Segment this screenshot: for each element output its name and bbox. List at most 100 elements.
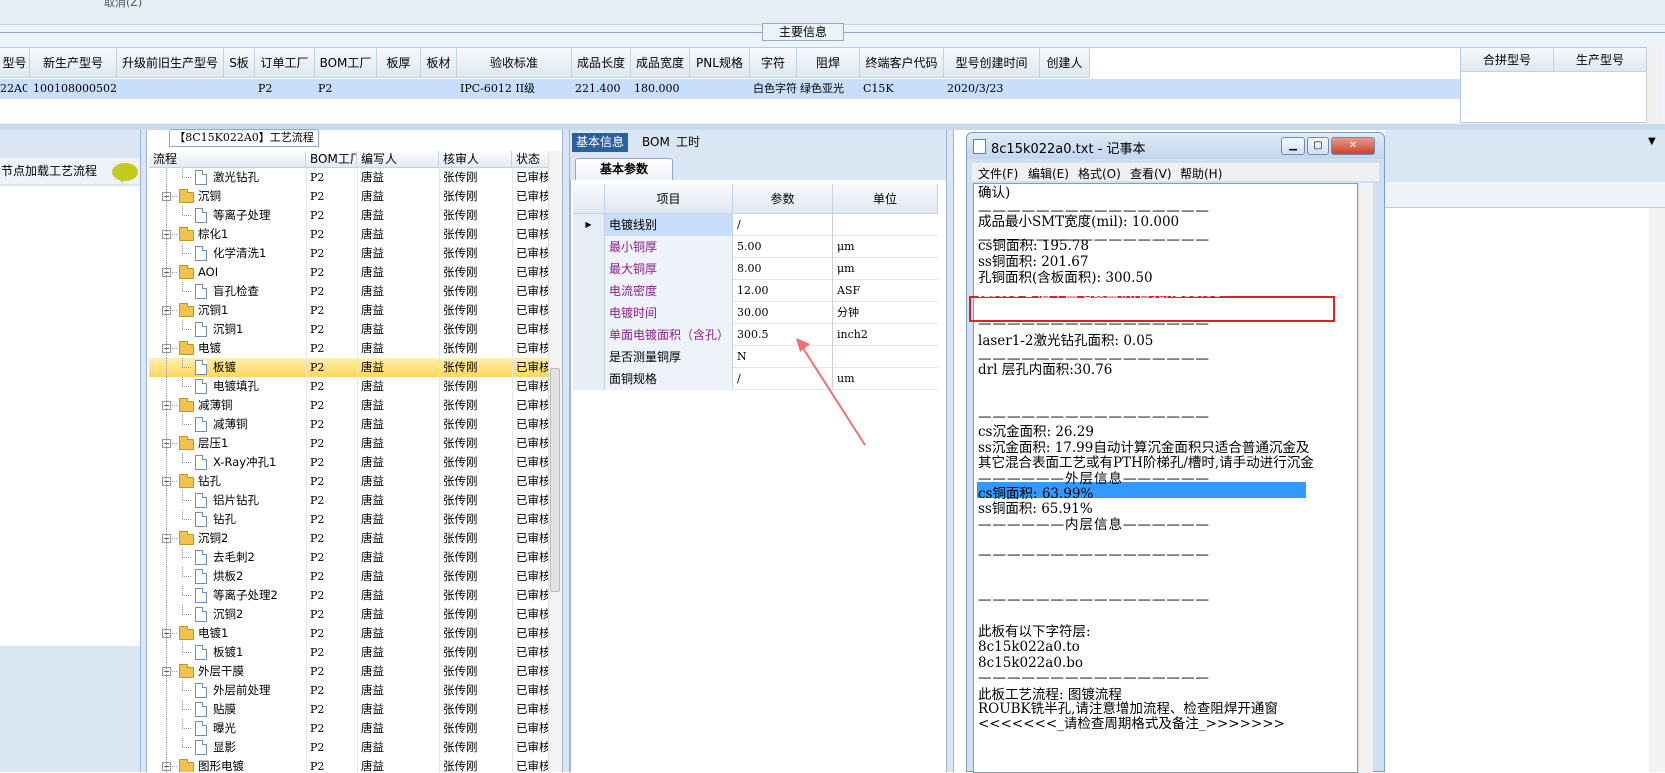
- menu-view[interactable]: 查看(V): [1130, 165, 1172, 182]
- main-cell[interactable]: 221.400: [575, 79, 631, 99]
- main-info-row[interactable]: 22A0 10010800050298 P2P2 IPC-6012 II级221.40…: [0, 79, 1460, 99]
- main-cell[interactable]: P2: [318, 79, 377, 99]
- maximize-button[interactable]: ▢: [1307, 137, 1329, 155]
- process-row[interactable]: −AOIP2唐益张传刚已审核: [149, 263, 549, 282]
- process-row[interactable]: 钻孔 P2 唐益 张传刚 已审核: [149, 510, 549, 529]
- process-row[interactable]: 减薄铜 P2 唐益 张传刚 已审核: [149, 415, 549, 434]
- dropdown-arrow-icon[interactable]: ▼: [1648, 136, 1656, 147]
- param-value[interactable]: 5.00: [733, 236, 833, 258]
- process-row[interactable]: 烘板2 P2 唐益 张传刚 已审核: [149, 567, 549, 586]
- param-value[interactable]: 30.00: [733, 302, 833, 324]
- menu-edit[interactable]: 编辑(E): [1028, 165, 1069, 182]
- process-col-header[interactable]: 状态: [512, 151, 549, 168]
- process-row[interactable]: X-Ray冲孔1 P2 唐益 张传刚 已审核: [149, 453, 549, 472]
- process-row[interactable]: −电镀P2唐益张传刚已审核: [149, 339, 549, 358]
- process-row[interactable]: −棕化1P2唐益张传刚已审核: [149, 225, 549, 244]
- tab-bom[interactable]: BOM: [638, 133, 674, 152]
- main-cell[interactable]: P2: [258, 79, 315, 99]
- process-row[interactable]: −减薄铜P2唐益张传刚已审核: [149, 396, 549, 415]
- main-cell[interactable]: 10010800050298: [33, 79, 117, 99]
- main-cell[interactable]: C15K: [863, 79, 944, 99]
- merge-col-header[interactable]: 合拼型号: [1461, 48, 1554, 72]
- process-row[interactable]: 贴膜 P2 唐益 张传刚 已审核: [149, 700, 549, 719]
- main-info-grid[interactable]: 型号 新生产型号 升级前旧生产型号 S板 订单工厂 BOM工厂 板厚 板材 验收标准 成品长度 成品…: [0, 47, 1460, 123]
- main-cell[interactable]: [424, 79, 457, 99]
- main-cell[interactable]: [380, 79, 421, 99]
- main-cell[interactable]: [693, 79, 750, 99]
- param-row[interactable]: 最小铜厚 5.00 μm: [573, 236, 938, 258]
- notepad-text-area[interactable]: 确认) ———————————————— 成品最小SMT宽度(mil): 10.00…: [973, 183, 1358, 773]
- main-col-header[interactable]: 成品宽度: [631, 48, 690, 78]
- process-row[interactable]: −沉铜1P2唐益张传刚已审核: [149, 301, 549, 320]
- param-col-header[interactable]: 参数: [733, 184, 833, 214]
- right-panel-scrollbar[interactable]: [1649, 208, 1665, 772]
- main-cell[interactable]: IPC-6012 II级: [460, 79, 572, 99]
- tab-basic-params[interactable]: 基本参数: [575, 158, 673, 180]
- main-cell[interactable]: 180.000: [634, 79, 690, 99]
- main-cell[interactable]: [120, 79, 224, 99]
- menu-format[interactable]: 格式(O): [1078, 165, 1121, 182]
- top-strip-text[interactable]: 取消(Z): [104, 0, 142, 10]
- process-row[interactable]: 铝片钻孔 P2 唐益 张传刚 已审核: [149, 491, 549, 510]
- process-col-header[interactable]: 核审人: [439, 151, 512, 168]
- process-col-header[interactable]: 编写人: [357, 151, 439, 168]
- process-row[interactable]: −沉铜P2唐益张传刚已审核: [149, 187, 549, 206]
- process-row[interactable]: 激光钻孔 P2 唐益 张传刚 已审核: [149, 168, 549, 187]
- process-row[interactable]: 显影 P2 唐益 张传刚 已审核: [149, 738, 549, 757]
- minimize-button[interactable]: ▁: [1281, 137, 1305, 155]
- process-tree-grid[interactable]: 流程BOM工厂编写人核审人状态 激光钻孔P2唐益张传刚已审核−沉铜P2唐益张传刚…: [149, 151, 549, 772]
- process-row[interactable]: 电镀填孔 P2 唐益 张传刚 已审核: [149, 377, 549, 396]
- merge-col-header[interactable]: 生产型号: [1554, 48, 1647, 72]
- main-col-header[interactable]: 板厚: [377, 48, 421, 78]
- tab-work-hours[interactable]: 工时: [672, 133, 704, 152]
- merge-model-grid[interactable]: 合拼型号 生产型号: [1460, 47, 1662, 123]
- main-col-header[interactable]: 订单工厂: [255, 48, 315, 78]
- main-cell[interactable]: 绿色亚光: [800, 79, 860, 99]
- process-scroll-thumb[interactable]: [550, 368, 560, 592]
- param-value[interactable]: 12.00: [733, 280, 833, 302]
- main-col-header[interactable]: 字符: [750, 48, 797, 78]
- process-tab[interactable]: 【8C15K022A0】工艺流程: [169, 129, 319, 147]
- main-col-header[interactable]: 终端客户代码: [860, 48, 944, 78]
- param-row[interactable]: ▶ 电镀线别 /: [573, 214, 938, 236]
- process-row[interactable]: 化学清洗1 P2 唐益 张传刚 已审核: [149, 244, 549, 263]
- param-col-header[interactable]: 项目: [605, 184, 733, 214]
- process-row[interactable]: 等离子处理2 P2 唐益 张传刚 已审核: [149, 586, 549, 605]
- process-row[interactable]: 沉铜1 P2 唐益 张传刚 已审核: [149, 320, 549, 339]
- main-col-header[interactable]: 型号: [0, 48, 30, 78]
- main-col-header[interactable]: BOM工厂: [315, 48, 377, 78]
- menu-help[interactable]: 帮助(H): [1180, 165, 1222, 182]
- process-row[interactable]: 等离子处理 P2 唐益 张传刚 已审核: [149, 206, 549, 225]
- chat-bubble-icon[interactable]: [112, 163, 138, 183]
- process-row[interactable]: −电镀1P2唐益张传刚已审核: [149, 624, 549, 643]
- notepad-window[interactable]: 8c15k022a0.txt - 记事本 ▁ ▢ ✕ 文件(F) 编辑(E) 格式(…: [966, 132, 1385, 773]
- main-cell[interactable]: [1043, 79, 1090, 99]
- main-col-header[interactable]: 型号创建时间: [944, 48, 1040, 78]
- process-col-header[interactable]: 流程: [149, 151, 306, 168]
- process-row[interactable]: −沉铜2P2唐益张传刚已审核: [149, 529, 549, 548]
- main-col-header[interactable]: 创建人: [1040, 48, 1090, 78]
- process-row[interactable]: −层压1P2唐益张传刚已审核: [149, 434, 549, 453]
- process-row[interactable]: 沉铜2 P2 唐益 张传刚 已审核: [149, 605, 549, 624]
- param-row[interactable]: 电流密度 12.00 ASF: [573, 280, 938, 302]
- process-col-header[interactable]: BOM工厂: [306, 151, 357, 168]
- process-row[interactable]: 板镀1 P2 唐益 张传刚 已审核: [149, 643, 549, 662]
- param-row[interactable]: 电镀时间 30.00 分钟: [573, 302, 938, 324]
- notepad-titlebar[interactable]: 8c15k022a0.txt - 记事本 ▁ ▢ ✕: [967, 133, 1384, 159]
- main-cell[interactable]: 2020/3/23: [947, 79, 1040, 99]
- process-row[interactable]: −图形电镀P2唐益张传刚已审核: [149, 757, 549, 772]
- main-col-header[interactable]: 成品长度: [572, 48, 631, 78]
- process-row[interactable]: 去毛刺2 P2 唐益 张传刚 已审核: [149, 548, 549, 567]
- process-row[interactable]: −外层干膜P2唐益张传刚已审核: [149, 662, 549, 681]
- param-value[interactable]: 8.00: [733, 258, 833, 280]
- param-value[interactable]: /: [733, 214, 833, 236]
- middle-splitter[interactable]: [562, 130, 570, 772]
- main-cell[interactable]: 白色字符: [753, 79, 797, 99]
- main-col-header[interactable]: 新生产型号: [30, 48, 117, 78]
- param-row[interactable]: 最大铜厚 8.00 μm: [573, 258, 938, 280]
- main-cell[interactable]: [227, 79, 255, 99]
- param-col-header[interactable]: 单位: [833, 184, 938, 214]
- process-row[interactable]: 外层前处理 P2 唐益 张传刚 已审核: [149, 681, 549, 700]
- process-row[interactable]: 盲孔检查 P2 唐益 张传刚 已审核: [149, 282, 549, 301]
- main-cell[interactable]: 22A0: [0, 79, 27, 99]
